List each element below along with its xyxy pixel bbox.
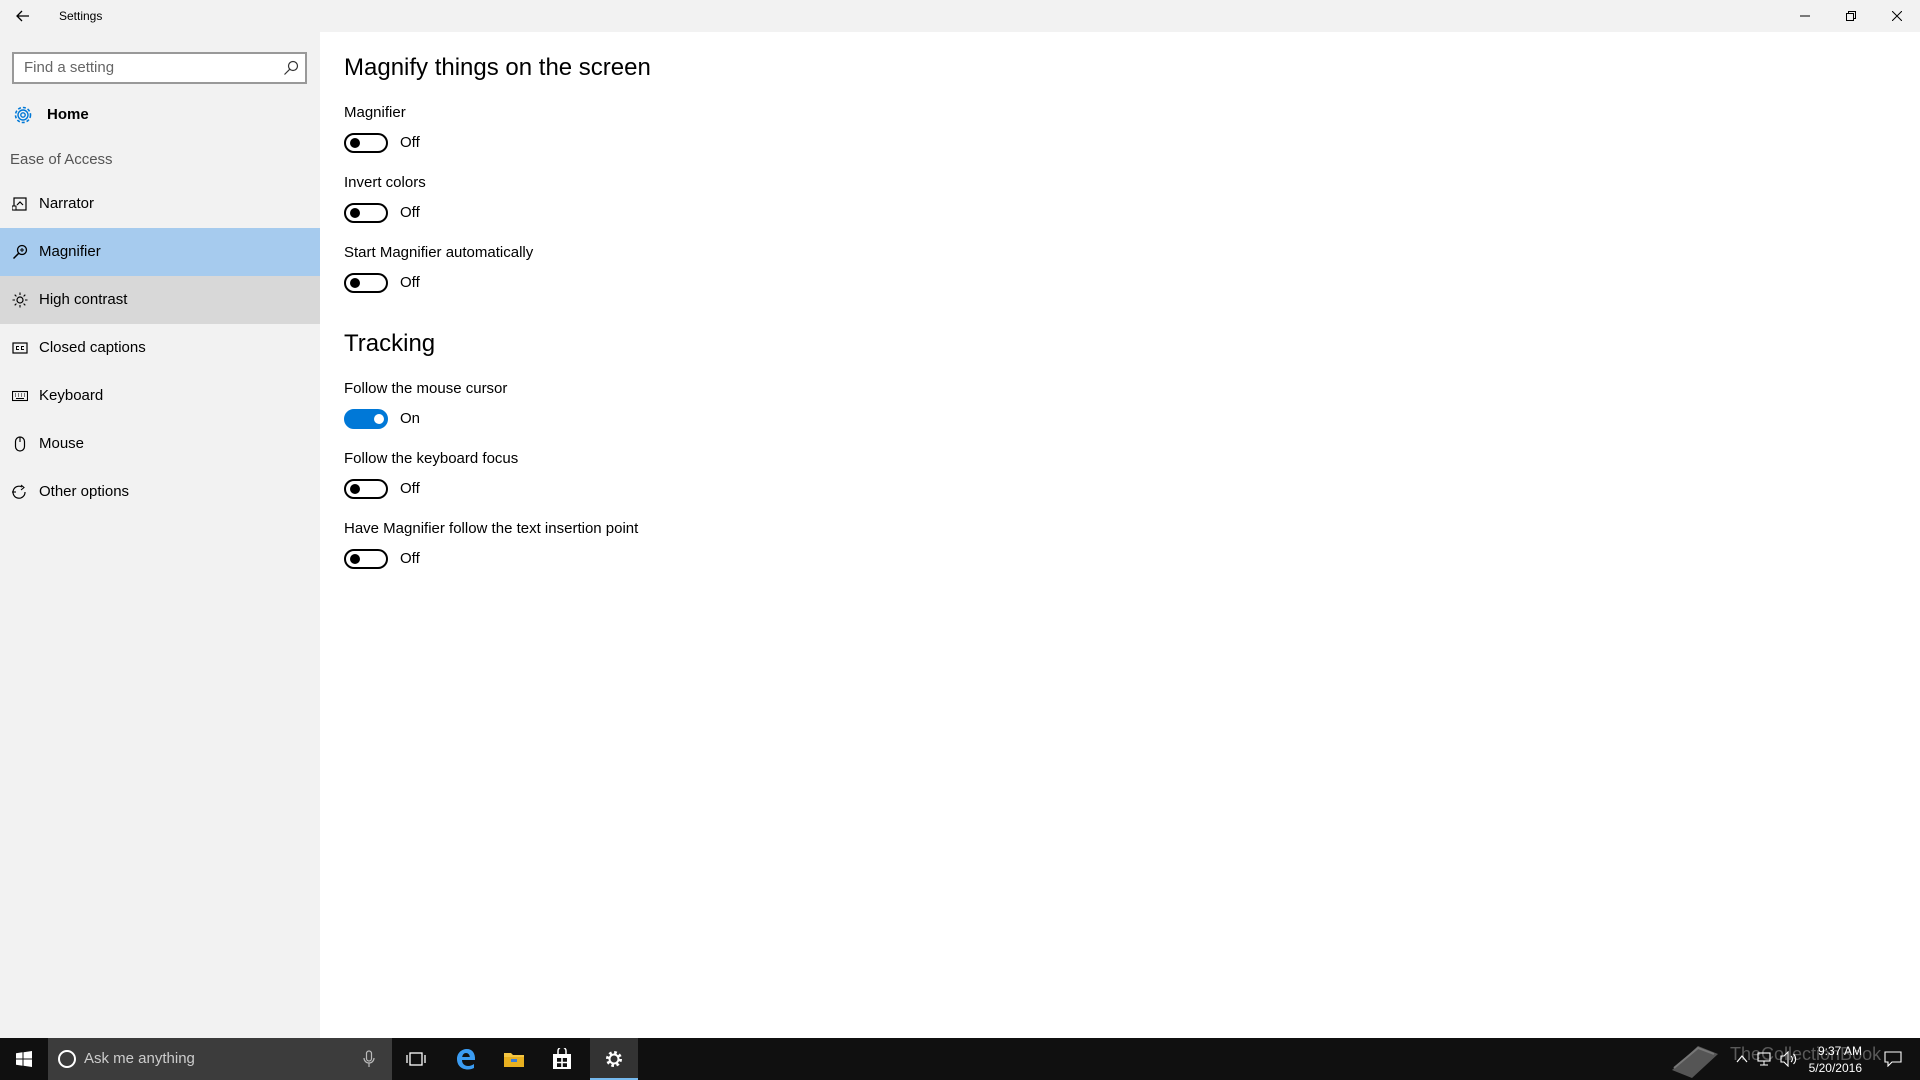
start-magnifier-toggle[interactable]: [344, 273, 388, 293]
search-placeholder: Find a setting: [24, 59, 115, 76]
follow-keyboard-label: Follow the keyboard focus: [344, 450, 519, 467]
close-button[interactable]: [1874, 0, 1920, 32]
store-icon: [553, 1048, 571, 1069]
chevron-up-icon[interactable]: [1736, 1054, 1748, 1064]
follow-text-toggle[interactable]: [344, 549, 388, 569]
microphone-icon[interactable]: [360, 1050, 378, 1068]
sidebar-item-label: Closed captions: [39, 339, 146, 356]
edge-icon: [457, 1049, 476, 1070]
task-view-icon: [406, 1052, 426, 1066]
toggle-knob: [350, 278, 360, 288]
close-icon: [1892, 11, 1902, 21]
sidebar-item-closed-captions[interactable]: Closed captions: [0, 324, 320, 372]
home-link[interactable]: Home: [0, 94, 320, 134]
clock-date[interactable]: 5/20/2016: [1800, 1061, 1862, 1075]
sidebar: Find a setting Home Ease of Access Narra…: [0, 32, 320, 1038]
follow-text-state: Off: [400, 550, 420, 567]
sidebar-item-high-contrast[interactable]: High contrast: [0, 276, 320, 324]
sidebar-item-label: Other options: [39, 483, 130, 500]
toggle-knob: [374, 414, 384, 424]
sidebar-item-keyboard[interactable]: Keyboard: [0, 372, 320, 420]
sidebar-item-label: Magnifier: [39, 243, 101, 260]
volume-icon[interactable]: [1780, 1051, 1798, 1067]
toggle-knob: [350, 484, 360, 494]
magnifier-toggle[interactable]: [344, 133, 388, 153]
edge-button[interactable]: [442, 1038, 490, 1080]
minimize-icon: [1800, 15, 1810, 17]
network-icon[interactable]: [1756, 1052, 1772, 1066]
follow-mouse-state: On: [400, 410, 421, 427]
toggle-knob: [350, 554, 360, 564]
toggle-knob: [350, 208, 360, 218]
taskbar: Ask me anything TheCollectionBook 9:37 A…: [0, 1038, 1920, 1080]
start-magnifier-label: Start Magnifier automatically: [344, 244, 534, 261]
brightness-icon: [12, 292, 28, 308]
tracking-heading: Tracking: [344, 330, 436, 357]
sidebar-item-magnifier[interactable]: Magnifier: [0, 228, 320, 276]
settings-taskbar-button[interactable]: [590, 1038, 638, 1080]
start-magnifier-state: Off: [400, 274, 420, 291]
minimize-button[interactable]: [1782, 0, 1828, 32]
sidebar-item-label: Mouse: [39, 435, 85, 452]
follow-text-label: Have Magnifier follow the text insertion…: [344, 520, 639, 537]
sidebar-item-mouse[interactable]: Mouse: [0, 420, 320, 468]
magnifier-icon: [12, 244, 28, 260]
mouse-icon: [14, 436, 26, 452]
toggle-knob: [350, 138, 360, 148]
task-view-button[interactable]: [392, 1038, 440, 1080]
magnifier-state: Off: [400, 134, 420, 151]
restore-button[interactable]: [1828, 0, 1874, 32]
narrator-icon: [12, 197, 27, 211]
start-button[interactable]: [0, 1038, 48, 1080]
follow-keyboard-state: Off: [400, 480, 420, 497]
sidebar-item-other-options[interactable]: Other options: [0, 468, 320, 516]
closed-captions-icon: [12, 342, 28, 354]
invert-colors-state: Off: [400, 204, 420, 221]
settings-icon: [606, 1051, 622, 1067]
gear-icon: [14, 106, 32, 124]
watermark-logo: [1672, 1046, 1718, 1078]
invert-colors-toggle[interactable]: [344, 203, 388, 223]
sidebar-item-label: Keyboard: [39, 387, 104, 404]
title-bar: Settings: [0, 0, 1920, 32]
search-icon[interactable]: [283, 60, 299, 76]
store-button[interactable]: [538, 1038, 586, 1080]
invert-colors-label: Invert colors: [344, 174, 426, 191]
search-input[interactable]: Find a setting: [12, 52, 307, 84]
cortana-search-box[interactable]: Ask me anything: [48, 1038, 392, 1080]
action-center-icon[interactable]: [1884, 1051, 1902, 1067]
file-explorer-icon: [504, 1053, 524, 1067]
follow-keyboard-toggle[interactable]: [344, 479, 388, 499]
cortana-placeholder: Ask me anything: [84, 1050, 195, 1067]
clock-time[interactable]: 9:37 AM: [1800, 1044, 1862, 1058]
sidebar-item-label: Narrator: [39, 195, 95, 212]
window-title: Settings: [59, 9, 103, 23]
file-explorer-button[interactable]: [490, 1038, 538, 1080]
cortana-icon: [58, 1050, 76, 1068]
sidebar-item-narrator[interactable]: Narrator: [0, 180, 320, 228]
windows-logo-icon: [16, 1051, 32, 1067]
follow-mouse-label: Follow the mouse cursor: [344, 380, 508, 397]
other-options-icon: [12, 484, 26, 499]
keyboard-icon: [12, 390, 28, 402]
settings-content: Magnify things on the screen Magnifier O…: [320, 32, 1920, 1038]
back-button[interactable]: [0, 0, 46, 32]
page-title: Magnify things on the screen: [344, 54, 651, 81]
follow-mouse-toggle[interactable]: [344, 409, 388, 429]
home-label: Home: [47, 106, 89, 123]
back-arrow-icon: [16, 10, 29, 22]
section-header: Ease of Access: [10, 151, 113, 168]
sidebar-item-label: High contrast: [39, 291, 128, 308]
magnifier-label: Magnifier: [344, 104, 406, 121]
restore-icon: [1846, 11, 1856, 21]
